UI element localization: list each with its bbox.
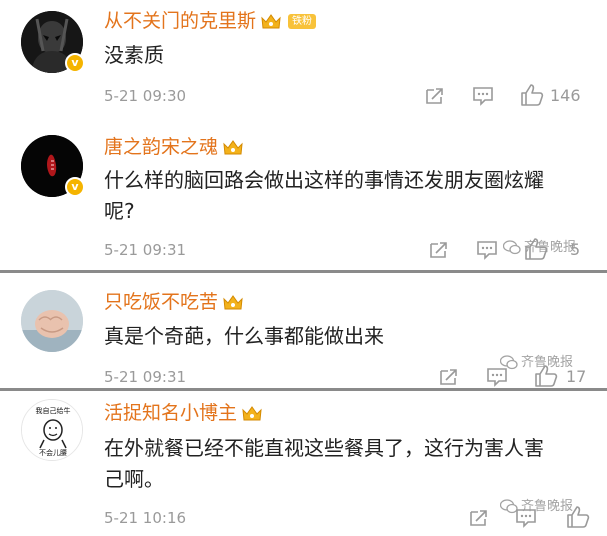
wechat-icon [502, 240, 521, 255]
like-count: 146 [550, 86, 581, 105]
crown-icon [223, 139, 243, 154]
username[interactable]: 从不关门的克里斯 铁粉 [104, 9, 317, 33]
avatar[interactable] [21, 290, 83, 352]
comment-text: 真是个奇葩，什么事都能做出来 [104, 324, 384, 348]
avatar-caption-top: 我自己给牛 [36, 406, 71, 415]
share-icon[interactable] [438, 367, 460, 387]
watermark: 齐鲁晚报 [499, 354, 574, 372]
avatar-image [21, 290, 83, 352]
like-icon[interactable] [520, 83, 544, 107]
watermark-text: 齐鲁晚报 [521, 355, 574, 370]
crown-icon [261, 13, 281, 28]
comment-card: v 从不关门的克里斯 铁粉 没素质 5-21 09:30 146 [0, 0, 607, 113]
watermark-text: 齐鲁晚报 [521, 499, 574, 514]
verified-v-icon: v [65, 53, 85, 73]
username[interactable]: 活捉知名小博主 [104, 401, 263, 425]
comment-text-line: 己啊。 [104, 467, 164, 491]
timestamp: 5-21 09:30 [104, 87, 187, 105]
avatar-caption-bottom: 不会儿腰 [39, 448, 67, 457]
comment-icon[interactable] [472, 86, 494, 106]
username-text[interactable]: 只吃饭不吃苦 [104, 291, 218, 313]
wechat-icon [499, 499, 518, 514]
timestamp: 5-21 09:31 [104, 241, 187, 259]
watermark: 齐鲁晚报 [499, 498, 574, 516]
username-text[interactable]: 唐之韵宋之魂 [104, 136, 218, 158]
comment-text: 没素质 [104, 43, 164, 67]
comment-card: v 唐之韵宋之魂 什么样的脑回路会做出这样的事情还发朋友圈炫耀 呢? 5-21 … [0, 113, 607, 273]
wechat-icon [499, 355, 518, 370]
share-icon[interactable] [424, 86, 446, 106]
share-icon[interactable] [468, 508, 490, 528]
comment-card: 我自己给牛 不会儿腰 活捉知名小博主 在外就餐已经不能直视这些餐具了，这行为害人… [0, 391, 607, 536]
comment-text-line: 在外就餐已经不能直视这些餐具了，这行为害人害 [104, 436, 544, 460]
comment-text-line: 呢? [104, 199, 135, 223]
share-icon[interactable] [428, 240, 450, 260]
crown-icon [223, 294, 243, 309]
verified-v-icon: v [65, 177, 85, 197]
watermark-text: 齐鲁晚报 [524, 240, 577, 255]
username-text[interactable]: 从不关门的克里斯 [104, 10, 256, 32]
avatar[interactable]: 我自己给牛 不会儿腰 [21, 399, 83, 461]
avatar-image: 我自己给牛 不会儿腰 [22, 400, 82, 460]
timestamp: 5-21 09:31 [104, 368, 187, 386]
comment-icon[interactable] [476, 240, 498, 260]
username[interactable]: 只吃饭不吃苦 [104, 290, 244, 314]
username[interactable]: 唐之韵宋之魂 [104, 135, 244, 159]
watermark: 齐鲁晚报 [502, 239, 577, 257]
comment-card: 只吃饭不吃苦 真是个奇葩，什么事都能做出来 5-21 09:31 17 齐鲁晚报 [0, 273, 607, 390]
timestamp: 5-21 10:16 [104, 509, 187, 527]
comment-text-line: 什么样的脑回路会做出这样的事情还发朋友圈炫耀 [104, 168, 544, 192]
fan-badge: 铁粉 [288, 14, 317, 29]
username-text[interactable]: 活捉知名小博主 [104, 402, 237, 424]
crown-icon [242, 405, 262, 420]
